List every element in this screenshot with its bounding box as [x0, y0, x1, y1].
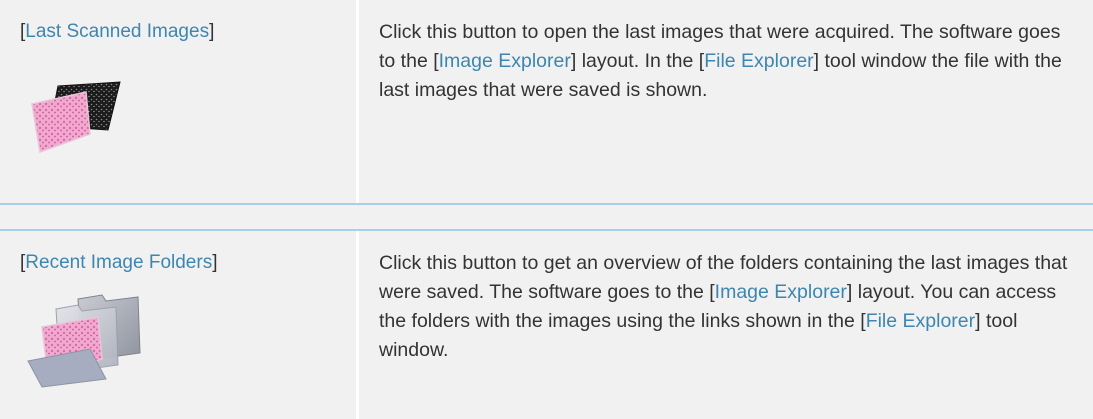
- description-cell: Click this button to open the last image…: [379, 21, 1062, 101]
- column-divider: [356, 0, 359, 203]
- table-row-recent-image-folders: [Recent Image Folders] Click this button…: [0, 229, 1093, 419]
- recent-folders-icon[interactable]: [20, 283, 150, 393]
- image-explorer-link[interactable]: Image Explorer: [715, 281, 847, 303]
- scanned-images-icon[interactable]: [20, 78, 130, 158]
- button-name-cell: [Recent Image Folders]: [20, 252, 218, 273]
- file-explorer-link[interactable]: File Explorer: [866, 310, 975, 332]
- image-explorer-link[interactable]: Image Explorer: [439, 50, 571, 72]
- column-divider: [356, 231, 359, 419]
- file-explorer-link[interactable]: File Explorer: [704, 50, 813, 72]
- table-row-last-scanned-images: [Last Scanned Images] Click this button …: [0, 0, 1093, 205]
- recent-image-folders-link[interactable]: Recent Image Folders: [25, 252, 212, 273]
- last-scanned-images-link[interactable]: Last Scanned Images: [25, 21, 209, 42]
- button-name-cell: [Last Scanned Images]: [20, 21, 215, 42]
- row-gap: [0, 205, 1093, 229]
- description-cell: Click this button to get an overview of …: [379, 252, 1068, 361]
